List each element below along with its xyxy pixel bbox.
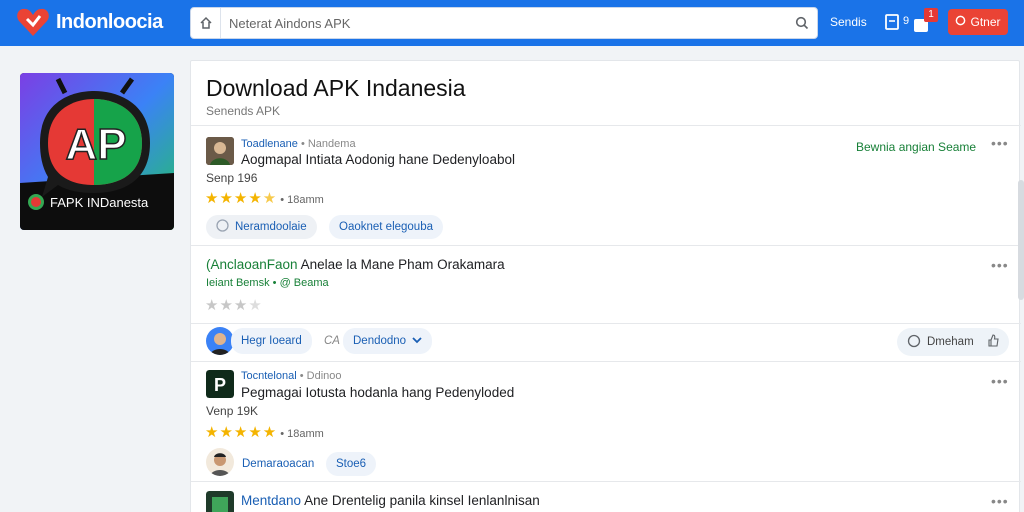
post-meta: Ieiant Bemsk • @ Beama bbox=[206, 277, 329, 289]
apk-dot-icon bbox=[28, 194, 44, 210]
user-avatar[interactable] bbox=[206, 448, 234, 476]
user-chip[interactable]: Hegr Ioeard bbox=[231, 328, 312, 354]
top-bar: Indonloocia Sendis 9 1 Gtner bbox=[0, 0, 1024, 46]
divider bbox=[191, 481, 1021, 482]
chip-separator: CA bbox=[324, 335, 340, 347]
search-input[interactable] bbox=[221, 9, 787, 37]
post-meta-extra: • Ddinoo bbox=[299, 370, 342, 382]
power-icon bbox=[955, 15, 966, 29]
tag-chip[interactable]: Neramdoolaie bbox=[206, 215, 317, 239]
search-bar[interactable] bbox=[190, 7, 818, 39]
post-title[interactable]: Pegmagai Iotusta hodanla hang Pedenylode… bbox=[241, 385, 514, 400]
more-options-icon[interactable]: ••• bbox=[991, 257, 1009, 273]
main-panel: Download APK Indanesia Senends APK Toadl… bbox=[190, 60, 1021, 512]
author-avatar[interactable] bbox=[206, 137, 234, 165]
header-count: 9 bbox=[903, 15, 910, 27]
more-options-icon[interactable]: ••• bbox=[991, 135, 1009, 151]
rating-stars: ★★★★★ • 18amm bbox=[205, 190, 324, 207]
heart-logo-icon bbox=[16, 6, 50, 38]
tag-chip-label: Neramdoolaie bbox=[235, 221, 307, 233]
notification-badge: 1 bbox=[924, 8, 938, 22]
tag-chip[interactable]: Oaoknet elegouba bbox=[329, 215, 443, 239]
home-icon[interactable] bbox=[191, 8, 221, 38]
page-subtitle: Senends APK bbox=[206, 104, 281, 118]
post-meta-extra: • @ Beama bbox=[272, 277, 329, 289]
rating-count: • 18amm bbox=[280, 194, 324, 206]
post-meta: Toadlenane • Nandema bbox=[241, 138, 356, 150]
post-author: Mentdano bbox=[241, 493, 302, 508]
logo-text: Indonloocia bbox=[56, 10, 163, 33]
tag-chip[interactable]: Stoe6 bbox=[326, 452, 377, 476]
header-action-button[interactable]: Gtner bbox=[948, 9, 1008, 35]
post-author[interactable]: Toadlenane bbox=[241, 138, 298, 150]
user-name-link[interactable]: Demaraoacan bbox=[242, 458, 314, 470]
post-title-lead: (AnclaoanFaon bbox=[206, 257, 298, 272]
tile-mark: AP bbox=[65, 120, 126, 169]
post-size: Venp 19K bbox=[206, 404, 259, 418]
post-title-text: Ane Drentelig panila kinsel Ienlanlnisan bbox=[304, 493, 540, 508]
comment-button-label: Dmeham bbox=[927, 336, 974, 348]
rating-stars: ★★★★ bbox=[205, 297, 263, 314]
post-meta-main: Ieiant Bemsk bbox=[206, 277, 270, 289]
dropdown-chip[interactable]: Dendodno bbox=[343, 328, 433, 354]
user-avatar[interactable] bbox=[206, 327, 234, 355]
tag-chip-label: Stoe6 bbox=[336, 458, 367, 470]
comment-icon bbox=[907, 334, 921, 351]
app-avatar[interactable]: P bbox=[206, 370, 234, 398]
tile-label: FAPK INDanesta bbox=[28, 194, 148, 210]
post-size: Senp 196 bbox=[206, 171, 258, 185]
app-avatar[interactable] bbox=[206, 491, 234, 512]
header-action-label: Gtner bbox=[970, 15, 1001, 29]
scrollbar[interactable] bbox=[1018, 180, 1024, 300]
more-options-icon[interactable]: ••• bbox=[991, 373, 1009, 389]
divider bbox=[191, 323, 1021, 324]
tag-chip-label: Oaoknet elegouba bbox=[339, 221, 433, 233]
svg-text:P: P bbox=[214, 375, 226, 395]
chevron-down-icon bbox=[412, 335, 422, 347]
post-author[interactable]: Tocntelonal bbox=[241, 370, 297, 382]
search-icon[interactable] bbox=[787, 16, 817, 30]
tag-icon bbox=[216, 219, 229, 235]
post-meta-extra: • Nandema bbox=[300, 138, 356, 150]
page-title: Download APK Indanesia bbox=[206, 75, 466, 101]
rating-count: • 18amm bbox=[280, 428, 324, 440]
post-title-rest: Anelae la Mane Pham Orakamara bbox=[300, 257, 505, 272]
rating-stars: ★★★★★ • 18amm bbox=[205, 424, 324, 441]
tile-label-text: FAPK INDanesta bbox=[50, 194, 149, 210]
divider bbox=[191, 361, 1021, 362]
divider bbox=[191, 245, 1021, 246]
bookmark-icon[interactable] bbox=[884, 13, 900, 31]
comment-button[interactable]: Dmeham bbox=[897, 328, 1009, 356]
post-title[interactable]: Aogmapal Intiata Aodonig hane Dedenyloab… bbox=[241, 152, 515, 167]
post-title[interactable]: Mentdano Ane Drentelig panila kinsel Ien… bbox=[241, 493, 540, 508]
dropdown-chip-label: Dendodno bbox=[353, 335, 407, 347]
post-meta: Tocntelonal • Ddinoo bbox=[241, 370, 341, 382]
post-title[interactable]: (AnclaoanFaon Anelae la Mane Pham Orakam… bbox=[206, 257, 505, 272]
thumbs-up-icon bbox=[987, 334, 999, 350]
user-chip-label: Hegr Ioeard bbox=[241, 335, 302, 347]
site-logo[interactable]: Indonloocia bbox=[16, 6, 163, 38]
more-options-icon[interactable]: ••• bbox=[991, 493, 1009, 509]
post-side-link[interactable]: Bewnia angian Seame bbox=[856, 140, 976, 154]
header-link[interactable]: Sendis bbox=[830, 15, 867, 29]
divider bbox=[191, 125, 1021, 126]
